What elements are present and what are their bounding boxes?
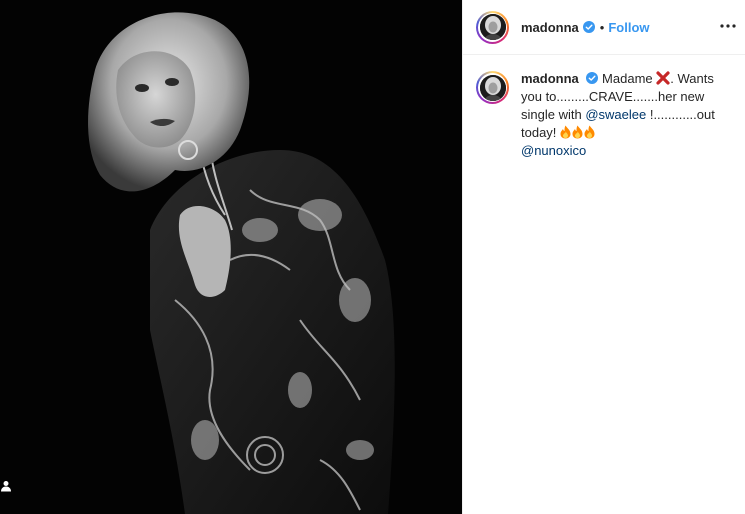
more-options-button[interactable] xyxy=(719,17,737,35)
portrait-photo xyxy=(88,12,395,514)
avatar-portrait-icon xyxy=(479,14,506,40)
red-x-emoji-icon xyxy=(656,71,670,85)
fire-emoji-icon xyxy=(560,125,571,139)
more-options-icon xyxy=(720,24,736,28)
profile-avatar[interactable] xyxy=(476,10,509,44)
post-caption: madonna Madame . Wants you to.........CR… xyxy=(463,55,745,160)
user-tag-icon xyxy=(1,481,11,492)
post-photo[interactable] xyxy=(0,0,462,514)
fire-emoji-icon xyxy=(572,125,583,139)
caption-username[interactable]: madonna xyxy=(521,71,579,86)
post-header: madonna • Follow xyxy=(463,0,745,55)
tagged-user-button[interactable] xyxy=(0,480,16,498)
follow-button[interactable]: Follow xyxy=(608,20,649,35)
caption-text-part: Madame xyxy=(602,71,657,86)
mention-link[interactable]: @nunoxico xyxy=(521,143,586,158)
avatar-portrait-icon xyxy=(479,74,506,101)
avatar-border xyxy=(478,73,507,102)
avatar-border xyxy=(478,12,507,42)
fire-emoji-icon xyxy=(584,125,595,139)
avatar-image xyxy=(479,14,506,40)
verified-badge-icon xyxy=(586,72,599,84)
instagram-post: madonna • Follow madonna Madame . Wants … xyxy=(0,0,745,514)
caption-text: madonna Madame . Wants you to.........CR… xyxy=(521,70,726,160)
verified-badge-icon xyxy=(582,21,595,33)
avatar-image xyxy=(479,74,506,101)
separator-dot: • xyxy=(599,19,605,35)
mention-link[interactable]: @swaelee xyxy=(585,107,646,122)
header-username[interactable]: madonna xyxy=(521,20,579,35)
post-side-panel: madonna • Follow madonna Madame . Wants … xyxy=(462,0,745,514)
caption-avatar[interactable] xyxy=(476,71,509,104)
